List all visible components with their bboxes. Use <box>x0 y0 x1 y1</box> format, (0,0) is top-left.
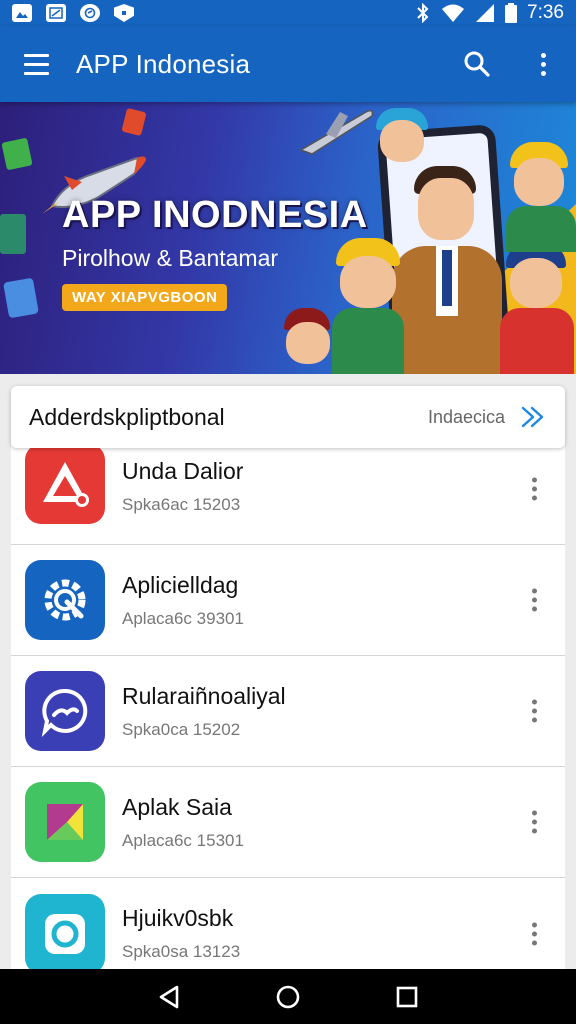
section-see-all[interactable]: Indaecica <box>428 405 547 429</box>
image-notification-icon <box>46 4 66 22</box>
section-header: Adderdskpliptbonal Indaecica <box>11 386 565 448</box>
app-subtitle: Aplaca6c 15301 <box>122 830 244 850</box>
recents-icon <box>396 986 417 1007</box>
camera-icon <box>25 893 105 969</box>
hamburger-icon <box>23 53 49 57</box>
app-name: Aplak Saia <box>122 793 232 820</box>
banner-cta[interactable]: WAY XIAPVGBOON <box>62 284 228 311</box>
search-icon <box>464 51 490 77</box>
gear-wrench-icon <box>25 560 105 640</box>
cube-decoration <box>0 214 26 254</box>
app-bar-actions <box>444 26 576 102</box>
promo-banner[interactable]: APP INODNESIA Pirolhow & Bantamar WAY XI… <box>0 102 576 374</box>
app-meta: Unda Dalior Spka6ac 15203 <box>122 458 243 515</box>
banner-text: APP INODNESIA Pirolhow & Bantamar WAY XI… <box>62 194 368 311</box>
status-icons: 7:36 <box>415 2 564 24</box>
list-item[interactable]: Aplicielldag Aplaca6c 39301 <box>11 545 565 656</box>
app-subtitle: Spka0ca 15202 <box>122 719 241 739</box>
bluetooth-icon <box>417 3 429 23</box>
banner-subtitle: Pirolhow & Bantamar <box>62 245 279 271</box>
menu-button[interactable] <box>0 26 72 102</box>
section-title: Adderdskpliptbonal <box>29 403 225 430</box>
battery-icon <box>505 3 518 23</box>
item-overflow-button[interactable] <box>524 914 545 953</box>
search-button[interactable] <box>444 26 510 102</box>
item-overflow-button[interactable] <box>524 470 545 509</box>
double-chevron-right-icon <box>521 406 544 428</box>
square-leaf-icon <box>25 782 105 862</box>
app-list: Unda Dalior Spka6ac 15203 Aplicielldag A… <box>11 434 565 969</box>
nav-back-button[interactable] <box>139 969 199 1024</box>
app-subtitle: Aplaca6c 39301 <box>122 608 244 628</box>
overflow-menu-button[interactable] <box>510 26 576 102</box>
plane-illustration <box>299 109 374 155</box>
app-meta: Rularaiñnoaliyal Spka0ca 15202 <box>122 683 286 740</box>
wifi-icon <box>442 4 465 22</box>
list-item[interactable]: Hjuikv0sbk Spka0sa 13123 <box>11 878 565 969</box>
item-overflow-button[interactable] <box>524 803 545 842</box>
list-item[interactable]: Aplak Saia Aplaca6c 15301 <box>11 767 565 878</box>
status-bar: 7:36 <box>0 0 576 26</box>
section-link-label: Indaecica <box>427 406 505 427</box>
app-meta: Hjuikv0sbk Spka0sa 13123 <box>122 905 240 962</box>
man-character-illustration <box>392 162 502 374</box>
home-icon <box>276 985 300 1008</box>
app-subtitle: Spka6ac 15203 <box>122 495 241 514</box>
app-name: Aplicielldag <box>122 571 239 598</box>
sync-notification-icon <box>80 4 100 22</box>
kid-character-illustration <box>498 242 576 374</box>
cube-decoration <box>121 107 147 137</box>
nav-recents-button[interactable] <box>377 969 437 1024</box>
shield-notification-icon <box>114 4 134 22</box>
warning-triangle-icon <box>25 444 105 524</box>
app-bar: APP Indonesia <box>0 26 576 102</box>
app-subtitle: Spka0sa 13123 <box>122 942 241 961</box>
app-name: Rularaiñnoaliyal <box>122 682 286 709</box>
notification-icons <box>12 4 134 22</box>
banner-title: APP INODNESIA <box>62 194 368 236</box>
kid-character-illustration <box>374 108 430 168</box>
list-item[interactable]: Unda Dalior Spka6ac 15203 <box>11 434 565 545</box>
item-overflow-button[interactable] <box>524 581 545 620</box>
more-vert-icon <box>540 52 546 58</box>
app-title: APP Indonesia <box>76 48 251 79</box>
system-nav-bar <box>0 969 576 1024</box>
cube-decoration <box>1 137 33 171</box>
kid-character-illustration <box>278 308 340 374</box>
list-item[interactable]: Rularaiñnoaliyal Spka0ca 15202 <box>11 656 565 767</box>
back-icon <box>160 985 179 1008</box>
app-meta: Aplicielldag Aplaca6c 39301 <box>122 572 244 629</box>
kid-character-illustration <box>504 142 576 252</box>
app-name: Unda Dalior <box>122 458 244 484</box>
app-meta: Aplak Saia Aplaca6c 15301 <box>122 794 244 851</box>
chat-bubble-icon <box>25 671 105 751</box>
cube-decoration <box>3 277 39 319</box>
app-name: Hjuikv0sbk <box>122 905 234 931</box>
gallery-notification-icon <box>12 4 32 22</box>
nav-home-button[interactable] <box>258 969 318 1024</box>
signal-icon <box>476 4 495 22</box>
status-time: 7:36 <box>527 2 564 23</box>
item-overflow-button[interactable] <box>524 692 545 731</box>
